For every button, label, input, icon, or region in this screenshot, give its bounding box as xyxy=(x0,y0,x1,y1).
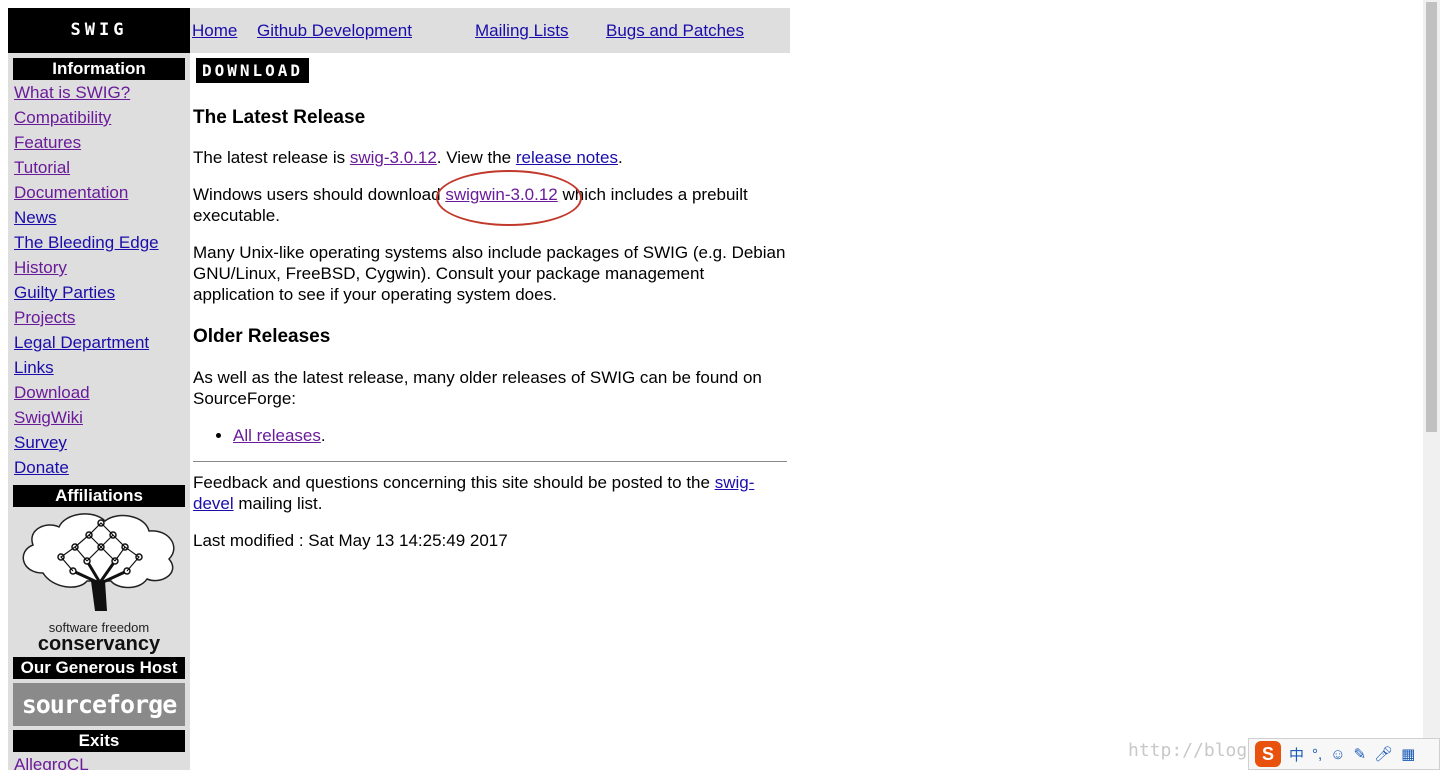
sidebar-link-news[interactable]: News xyxy=(14,205,190,230)
ime-pen-icon[interactable]: ✎ xyxy=(1354,745,1367,763)
sidebar-link-guilty-parties[interactable]: Guilty Parties xyxy=(14,280,190,305)
older-releases-paragraph: As well as the latest release, many olde… xyxy=(193,368,762,408)
sidebar-link-compatibility[interactable]: Compatibility xyxy=(14,105,190,130)
main-content: DOWNLOAD The Latest Release The latest r… xyxy=(193,58,787,551)
sourceforge-logo[interactable]: sourceforge xyxy=(13,683,185,726)
sidebar-link-donate[interactable]: Donate xyxy=(14,455,190,480)
sidebar-link-documentation[interactable]: Documentation xyxy=(14,180,190,205)
unix-paragraph: Many Unix-like operating systems also in… xyxy=(193,243,786,304)
sidebar-link-features[interactable]: Features xyxy=(14,130,190,155)
nav-link-home[interactable]: Home xyxy=(192,21,237,41)
feedback-paragraph: Feedback and questions concerning this s… xyxy=(193,473,755,513)
ime-emoji-icon[interactable]: ☺ xyxy=(1330,746,1345,763)
sidebar-heading-exits: Exits xyxy=(13,730,185,752)
sidebar-link-projects[interactable]: Projects xyxy=(14,305,190,330)
latest-release-paragraph: The latest release is swig-3.0.12. View … xyxy=(193,148,623,167)
divider xyxy=(193,461,787,462)
link-swigwin-3-0-12[interactable]: swigwin-3.0.12 xyxy=(445,185,557,204)
heading-older-releases: Older Releases xyxy=(193,326,331,347)
nav-link-github[interactable]: Github Development xyxy=(257,21,412,41)
sidebar-link-tutorial[interactable]: Tutorial xyxy=(14,155,190,180)
conservancy-text-line2: conservancy xyxy=(37,633,161,655)
sidebar-heading-information: Information xyxy=(13,58,185,80)
conservancy-logo[interactable]: software freedom conservancy xyxy=(13,511,185,655)
sidebar-link-swigwiki[interactable]: SwigWiki xyxy=(14,405,190,430)
scrollbar-thumb[interactable] xyxy=(1426,2,1437,432)
ime-language-toggle[interactable]: 中 xyxy=(1289,744,1304,765)
ime-logo-icon[interactable]: S xyxy=(1255,741,1281,767)
sidebar-link-allegrocl[interactable]: AllegroCL xyxy=(14,752,190,770)
conservancy-tree-icon xyxy=(22,513,175,611)
older-releases-list: All releases. xyxy=(193,425,787,446)
top-navigation: Home Github Development Mailing Lists Bu… xyxy=(190,8,790,53)
ime-grid-icon[interactable]: ▦ xyxy=(1401,745,1415,763)
sidebar-link-history[interactable]: History xyxy=(14,255,190,280)
last-modified: Last modified : Sat May 13 14:25:49 2017 xyxy=(193,531,508,550)
sidebar-heading-affiliations: Affiliations xyxy=(13,485,185,507)
sidebar-link-legal-department[interactable]: Legal Department xyxy=(14,330,190,355)
sidebar-link-download[interactable]: Download xyxy=(14,380,190,405)
swig-logo: SWIG xyxy=(8,8,190,53)
download-banner: DOWNLOAD xyxy=(196,58,310,83)
link-all-releases[interactable]: All releases xyxy=(233,426,321,445)
ime-punctuation-icon[interactable]: °, xyxy=(1312,746,1322,763)
heading-latest-release: The Latest Release xyxy=(193,107,366,128)
sidebar-link-survey[interactable]: Survey xyxy=(14,430,190,455)
list-item: All releases. xyxy=(233,425,787,446)
sidebar-link-what-is-swig[interactable]: What is SWIG? xyxy=(14,80,190,105)
watermark: http://blog. xyxy=(1128,740,1259,761)
link-swig-3-0-12[interactable]: swig-3.0.12 xyxy=(350,148,437,167)
sidebar-link-links[interactable]: Links xyxy=(14,355,190,380)
ime-toolbar[interactable]: S 中 °, ☺ ✎ 🎤︎ ▦ xyxy=(1248,738,1440,770)
sidebar-info-links: What is SWIG? Compatibility Features Tut… xyxy=(8,80,190,480)
sidebar: SWIG Information What is SWIG? Compatibi… xyxy=(8,8,190,770)
nav-link-mailing-lists[interactable]: Mailing Lists xyxy=(475,21,569,41)
vertical-scrollbar[interactable] xyxy=(1423,0,1440,770)
nav-link-bugs-patches[interactable]: Bugs and Patches xyxy=(606,21,744,41)
link-release-notes[interactable]: release notes xyxy=(516,148,618,167)
ime-mic-icon[interactable]: 🎤︎ xyxy=(1374,745,1393,763)
sidebar-link-bleeding-edge[interactable]: The Bleeding Edge xyxy=(14,230,190,255)
sidebar-heading-host: Our Generous Host xyxy=(13,657,185,679)
windows-paragraph: Windows users should download swigwin-3.… xyxy=(193,185,748,225)
